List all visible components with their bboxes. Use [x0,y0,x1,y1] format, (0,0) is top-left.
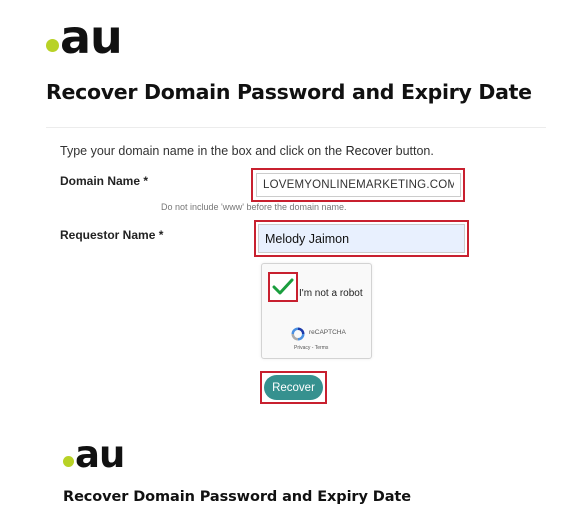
logo-dot-bottom [63,456,74,467]
recover-form: Type your domain name in the box and cli… [46,127,546,411]
au-logo-bottom: au [63,433,125,476]
recaptcha-logo-icon [291,327,305,341]
logo-text-bottom: au [75,433,125,476]
domain-name-label: Domain Name * [60,174,149,188]
requestor-name-label: Requestor Name * [60,228,164,242]
recaptcha-widget: I'm not a robot reCAPTCHA Privacy - Term… [261,263,372,359]
recaptcha-label: I'm not a robot [299,288,363,299]
page-title: Recover Domain Password and Expiry Date [46,80,532,104]
instruction-suffix: button. [392,144,434,158]
recaptcha-checkbox[interactable] [268,272,298,302]
recaptcha-brand: reCAPTCHA [309,329,346,336]
recover-button[interactable]: Recover [264,375,323,400]
checkmark-icon [272,278,294,295]
domain-hint: Do not include 'www' before the domain n… [161,202,347,212]
logo-dot [46,39,59,52]
instruction-prefix: Type your domain name in the box and cli… [60,144,346,158]
recaptcha-privacy-terms[interactable]: Privacy - Terms [294,345,328,351]
au-logo-top: au [46,10,123,64]
logo-text: au [60,10,123,64]
requestor-name-input[interactable] [258,224,465,253]
instruction-emphasis: Recover [345,144,393,158]
domain-name-input[interactable] [256,173,461,197]
form-instruction: Type your domain name in the box and cli… [60,144,434,158]
page-title-bottom: Recover Domain Password and Expiry Date [63,489,411,505]
